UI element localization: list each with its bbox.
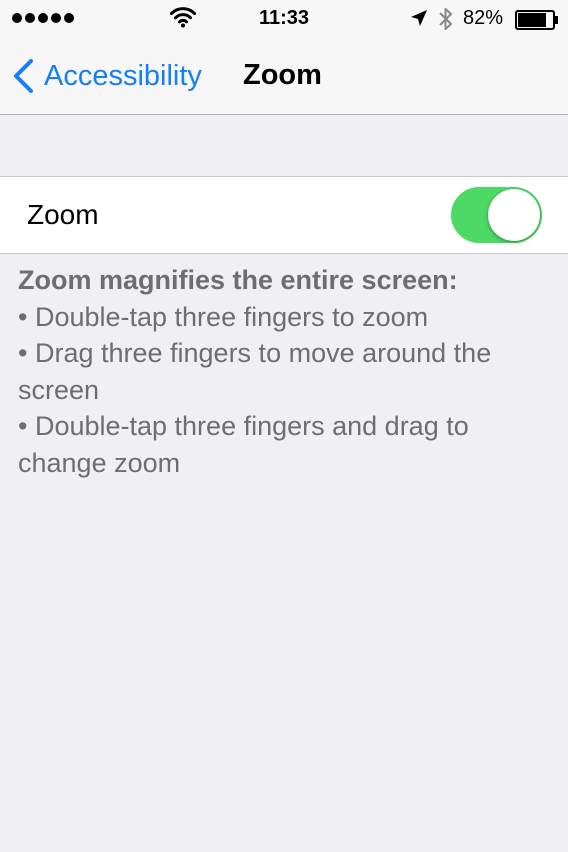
zoom-setting-row: Zoom — [0, 176, 568, 254]
description-bullet: • Double-tap three fingers to zoom — [18, 301, 429, 332]
description-bullet: • Double-tap three fingers and drag to c… — [18, 411, 469, 478]
chevron-left-icon — [14, 59, 33, 93]
battery-percent: 82% — [463, 7, 504, 29]
battery-icon — [515, 10, 558, 30]
navigation-bar: Accessibility Zoom — [0, 40, 568, 115]
location-arrow-icon — [411, 10, 427, 26]
zoom-toggle[interactable] — [451, 187, 542, 243]
page-title: Zoom — [243, 59, 322, 91]
description-bullet: • Drag three fingers to move around the … — [18, 338, 492, 405]
zoom-row-label: Zoom — [27, 199, 99, 230]
back-button[interactable]: Accessibility — [12, 54, 202, 98]
bluetooth-icon — [439, 8, 452, 30]
description-bullet-list: • Double-tap three fingers to zoom • Dra… — [18, 299, 553, 482]
toggle-knob — [488, 189, 540, 241]
back-button-label: Accessibility — [44, 59, 202, 92]
status-bar: 11:33 82% — [0, 0, 568, 40]
description-heading: Zoom magnifies the entire screen: — [18, 265, 458, 295]
zoom-description: Zoom magnifies the entire screen: • Doub… — [18, 262, 553, 481]
